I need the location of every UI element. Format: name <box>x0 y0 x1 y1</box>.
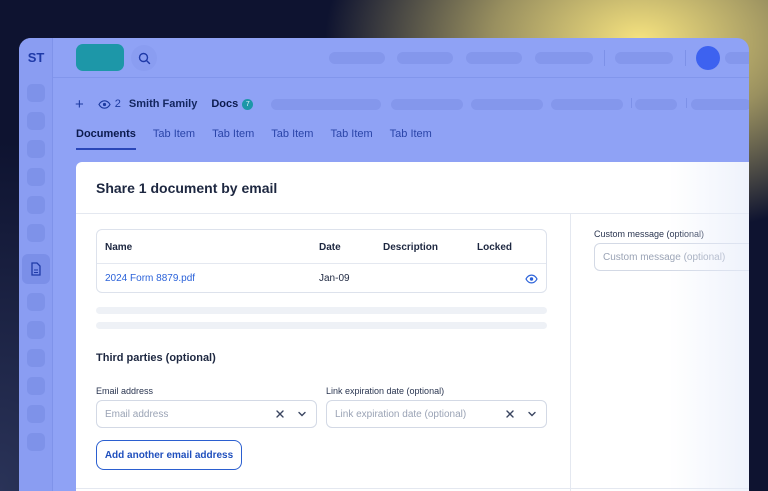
add-email-button[interactable]: Add another email address <box>96 440 242 470</box>
nav-placeholder[interactable] <box>466 52 522 64</box>
divider <box>76 488 749 489</box>
tab-item[interactable]: Tab Item <box>390 128 432 150</box>
eye-icon <box>98 99 111 109</box>
app-logo[interactable]: ST <box>19 50 53 65</box>
docs-count-badge: 7 <box>242 98 254 110</box>
chevron-down-icon[interactable] <box>296 408 308 420</box>
brand-button[interactable] <box>76 44 124 71</box>
tab-bar: Documents Tab Item Tab Item Tab Item Tab… <box>76 128 432 150</box>
loading-placeholder <box>96 322 547 329</box>
rail-item[interactable] <box>27 168 45 186</box>
third-parties-heading: Third parties (optional) <box>96 352 216 364</box>
breadcrumb-placeholder <box>471 99 543 110</box>
rail-item[interactable] <box>27 140 45 158</box>
rail-item-documents[interactable] <box>22 254 50 284</box>
breadcrumb-placeholder <box>691 99 749 110</box>
rail-item[interactable] <box>27 224 45 242</box>
breadcrumb-docs[interactable]: Docs <box>211 98 238 110</box>
divider <box>686 98 687 108</box>
breadcrumb-placeholder <box>635 99 677 110</box>
breadcrumb: + 2 Smith Family Docs 7 <box>75 96 254 113</box>
avatar[interactable] <box>696 46 720 70</box>
breadcrumb-family[interactable]: Smith Family <box>129 98 197 110</box>
breadcrumb-placeholder <box>391 99 463 110</box>
document-icon <box>31 262 41 276</box>
app-window: ST + 2 Smith Family Docs 7 Documents Tab… <box>19 38 749 491</box>
nav-placeholder[interactable] <box>397 52 453 64</box>
nav-placeholder[interactable] <box>329 52 385 64</box>
breadcrumb-placeholder <box>551 99 623 110</box>
divider <box>631 98 632 108</box>
column-header-description: Description <box>383 242 439 253</box>
nav-placeholder[interactable] <box>725 52 749 64</box>
custom-message-label: Custom message (optional) <box>594 229 705 239</box>
table-divider <box>97 263 546 264</box>
rail-item[interactable] <box>27 405 45 423</box>
document-date: Jan-09 <box>319 273 350 284</box>
divider <box>570 213 571 491</box>
column-header-name: Name <box>105 242 133 253</box>
locked-toggle[interactable] <box>525 271 538 289</box>
rail-item[interactable] <box>27 196 45 214</box>
nav-placeholder[interactable] <box>535 52 593 64</box>
breadcrumb-placeholder <box>271 99 381 110</box>
column-header-date: Date <box>319 242 341 253</box>
viewers-count: 2 <box>114 98 121 110</box>
eye-icon <box>525 274 538 284</box>
expiration-date-field[interactable]: Link expiration date (optional) <box>326 400 547 428</box>
rail-item[interactable] <box>27 321 45 339</box>
expiration-label: Link expiration date (optional) <box>326 386 445 396</box>
custom-message-field[interactable]: Custom message (optional) <box>594 243 749 271</box>
add-button[interactable]: + <box>75 96 84 113</box>
rail-item[interactable] <box>27 112 45 130</box>
tab-item[interactable]: Tab Item <box>212 128 254 150</box>
custom-message-placeholder: Custom message (optional) <box>603 251 726 263</box>
documents-table: Name Date Description Locked 2024 Form 8… <box>96 229 547 293</box>
tab-item[interactable]: Tab Item <box>271 128 313 150</box>
side-rail: ST <box>19 38 53 491</box>
expiration-placeholder: Link expiration date (optional) <box>335 408 467 420</box>
divider <box>604 50 605 66</box>
divider <box>76 213 749 214</box>
rail-item[interactable] <box>27 377 45 395</box>
rail-item[interactable] <box>27 293 45 311</box>
clear-icon[interactable] <box>504 408 516 420</box>
search-icon <box>138 52 150 64</box>
rail-item[interactable] <box>27 349 45 367</box>
clear-icon[interactable] <box>274 408 286 420</box>
nav-placeholder[interactable] <box>615 52 673 64</box>
email-field[interactable]: Email address <box>96 400 317 428</box>
divider <box>685 50 686 66</box>
column-header-locked: Locked <box>477 242 513 253</box>
loading-placeholder <box>96 307 547 314</box>
tab-documents[interactable]: Documents <box>76 128 136 150</box>
chevron-down-icon[interactable] <box>526 408 538 420</box>
tab-item[interactable]: Tab Item <box>330 128 372 150</box>
search-button[interactable] <box>131 45 157 71</box>
rail-item[interactable] <box>27 433 45 451</box>
share-dialog: Share 1 document by email Name Date Desc… <box>76 162 749 491</box>
document-name-link[interactable]: 2024 Form 8879.pdf <box>105 273 195 284</box>
rail-item[interactable] <box>27 84 45 102</box>
email-placeholder: Email address <box>105 408 169 420</box>
email-label: Email address <box>96 386 154 396</box>
dialog-title: Share 1 document by email <box>96 180 278 196</box>
top-bar <box>53 38 749 78</box>
edge-fade <box>669 162 749 491</box>
tab-item[interactable]: Tab Item <box>153 128 195 150</box>
